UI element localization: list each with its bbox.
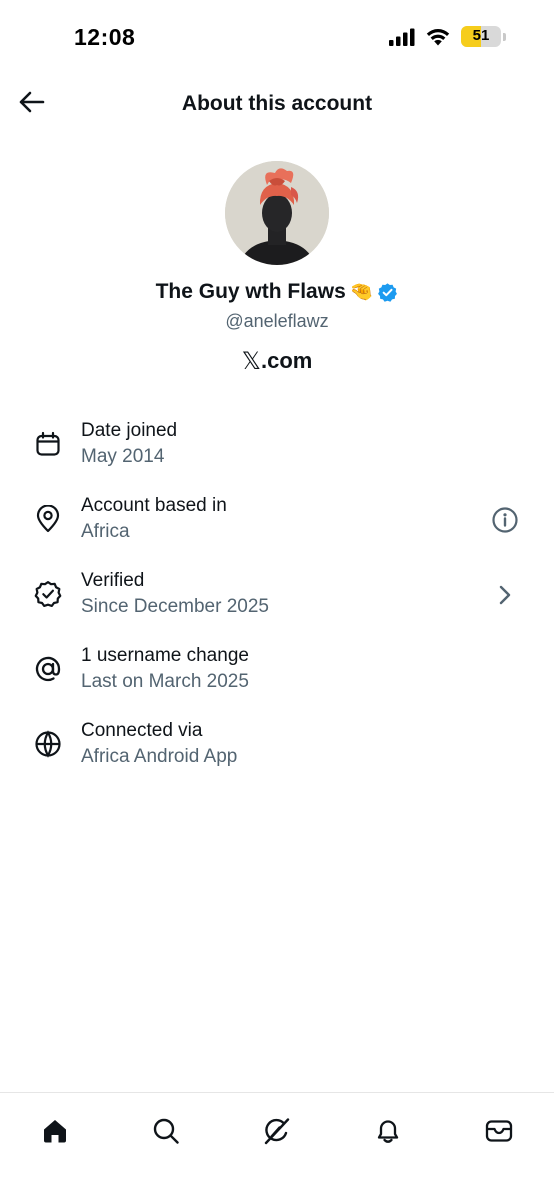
detail-subtitle: Africa — [81, 521, 130, 542]
username: @aneleflawz — [225, 311, 329, 331]
grok-icon — [264, 1118, 290, 1145]
verified-badge-icon[interactable] — [377, 282, 398, 303]
battery-cap — [503, 32, 506, 41]
pinch-emoji-icon: 🤏 — [349, 282, 374, 303]
nav-messages[interactable] — [477, 1109, 521, 1153]
bell-icon — [377, 1120, 399, 1143]
nav-notifications[interactable] — [366, 1109, 410, 1153]
nav-search[interactable] — [144, 1109, 188, 1153]
page-title: About this account — [181, 92, 373, 115]
avatar-image — [225, 161, 329, 265]
nav-home[interactable] — [33, 1109, 77, 1153]
battery-indicator: 51 — [461, 26, 501, 47]
avatar[interactable] — [225, 161, 329, 265]
verified-outline-icon — [33, 579, 63, 609]
bottom-nav — [0, 1092, 554, 1200]
detail-account-based-in: Account based in Africa — [0, 493, 554, 568]
detail-subtitle: May 2014 — [81, 446, 165, 467]
detail-subtitle: Last on March 2025 — [81, 671, 249, 692]
location-pin-icon — [33, 504, 63, 534]
display-name-row: The Guy wth Flaws 🤏 — [0, 280, 554, 304]
nav-grok[interactable] — [255, 1109, 299, 1153]
detail-title: Account based in — [81, 495, 227, 516]
detail-verified[interactable]: Verified Since December 2025 — [0, 568, 554, 643]
home-icon — [44, 1120, 66, 1143]
wifi-icon — [425, 27, 451, 46]
detail-subtitle: Since December 2025 — [81, 596, 269, 617]
cellular-signal-icon — [389, 28, 415, 46]
status-time: 12:08 — [74, 24, 136, 50]
detail-title: Date joined — [81, 420, 178, 441]
detail-connected-via: Connected via Africa Android App — [0, 718, 554, 793]
site-domain: .com — [260, 348, 313, 373]
info-icon — [492, 507, 518, 533]
detail-title: 1 username change — [81, 645, 249, 666]
display-name: The Guy wth Flaws — [155, 280, 346, 303]
chevron-right-icon[interactable] — [490, 580, 520, 610]
site-link[interactable]: 𝕏 .com — [0, 347, 554, 375]
x-logo-icon: 𝕏 — [241, 347, 261, 375]
status-bar: 12:08 51 — [0, 0, 554, 76]
detail-title: Verified — [81, 570, 145, 591]
info-button[interactable] — [490, 505, 520, 535]
detail-title: Connected via — [81, 720, 203, 741]
detail-username-change: 1 username change Last on March 2025 — [0, 643, 554, 718]
at-sign-icon — [33, 654, 63, 684]
calendar-icon — [33, 429, 63, 459]
mail-icon — [485, 1120, 513, 1142]
search-icon — [153, 1118, 179, 1144]
globe-icon — [33, 729, 63, 759]
detail-date-joined: Date joined May 2014 — [0, 418, 554, 493]
status-icons: 51 — [389, 26, 506, 47]
battery-level: 51 — [472, 27, 490, 44]
header: About this account — [0, 80, 554, 130]
account-details-list: Date joined May 2014 Account based in Af… — [0, 418, 554, 793]
detail-subtitle: Africa Android App — [81, 746, 238, 767]
